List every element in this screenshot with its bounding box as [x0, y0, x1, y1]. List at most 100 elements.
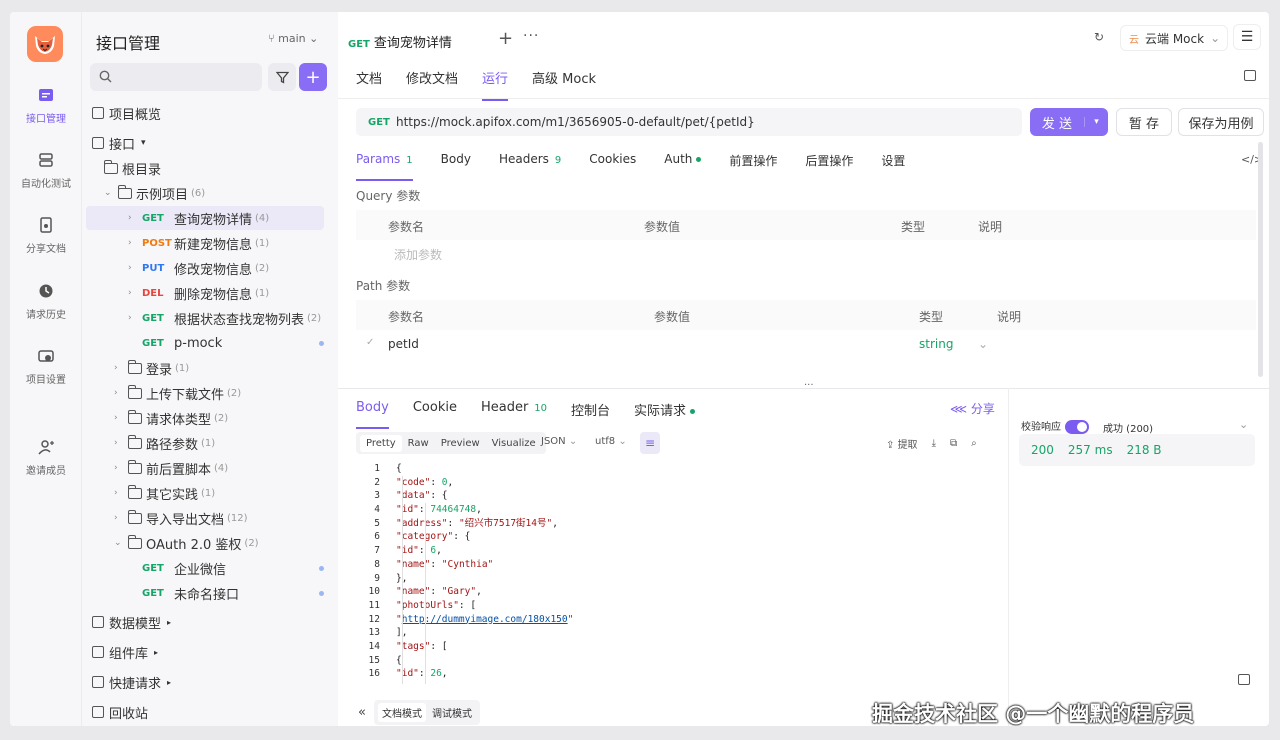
language-select[interactable]: JSON ⌄: [541, 436, 577, 447]
response-time: 257 ms: [1067, 443, 1113, 457]
tree-endpoint[interactable]: › GET 根据状态查找宠物列表 (2): [128, 306, 321, 330]
tab-run[interactable]: 运行: [482, 68, 509, 101]
method-badge: GET: [348, 39, 370, 50]
extract-button[interactable]: ⇪ 提取: [886, 436, 918, 451]
refresh-button[interactable]: ↻: [1088, 26, 1110, 48]
tab-pre-ops[interactable]: 前置操作: [729, 152, 777, 181]
chevron-down-icon[interactable]: ⌄: [1239, 418, 1248, 431]
tree-endpoint[interactable]: › POST 新建宠物信息 (1): [128, 231, 269, 255]
tab-label: Header: [480, 400, 529, 415]
tree-folder[interactable]: › 前后置脚本 (4): [114, 456, 228, 480]
path-param-row[interactable]: ✓ petId string ⌄: [356, 329, 1256, 359]
scrollbar[interactable]: [1258, 142, 1263, 377]
tree-folder[interactable]: › 登录 (1): [114, 356, 189, 380]
sidebar-item-models[interactable]: 数据模型 ▸: [92, 610, 171, 634]
tree-count: (1): [201, 437, 216, 449]
more-tabs-button[interactable]: ···: [523, 28, 539, 44]
tree-folder-oauth[interactable]: ⌄ OAuth 2.0 鉴权 (2): [114, 531, 259, 555]
rail-item-autotest[interactable]: 自动化测试: [10, 149, 82, 190]
sidebar-item-components[interactable]: 组件库 ▸: [92, 640, 158, 664]
validate-toggle[interactable]: [1065, 420, 1089, 434]
rail-item-invite[interactable]: 邀请成员: [10, 436, 82, 477]
encoding-select[interactable]: utf8 ⌄: [595, 436, 627, 447]
menu-button[interactable]: ☰: [1233, 24, 1261, 50]
tree-folder-example[interactable]: ⌄ 示例项目 (6): [104, 181, 205, 205]
add-param-row[interactable]: 添加参数: [356, 238, 1256, 268]
tree-endpoint[interactable]: › DEL 删除宠物信息 (1): [128, 281, 269, 305]
rail-item-share[interactable]: 分享文档: [10, 214, 82, 255]
mode-doc[interactable]: 文档模式: [377, 702, 426, 722]
chevron-down-icon[interactable]: ▾: [1084, 117, 1108, 127]
tree-endpoint[interactable]: GET p-mock: [142, 331, 222, 355]
tree-endpoint[interactable]: › PUT 修改宠物信息 (2): [128, 256, 269, 280]
rail-item-history[interactable]: 请求历史: [10, 280, 82, 321]
tab-current-endpoint[interactable]: GET 查询宠物详情: [348, 32, 452, 51]
tab-body[interactable]: Body: [441, 152, 471, 181]
tree-folder[interactable]: › 上传下载文件 (2): [114, 381, 241, 405]
tab-actual-request[interactable]: 实际请求: [634, 400, 696, 429]
tab-cookies[interactable]: Cookies: [589, 152, 636, 181]
sidebar-item-trash[interactable]: 回收站: [92, 700, 148, 724]
send-button[interactable]: 发 送 ▾: [1030, 108, 1108, 136]
search-icon[interactable]: ⌕: [971, 438, 977, 449]
tab-resp-cookie[interactable]: Cookie: [413, 400, 457, 429]
tab-resp-header[interactable]: Header 10: [481, 400, 547, 429]
sidebar-item-quick[interactable]: 快捷请求 ▸: [92, 670, 171, 694]
format-preview[interactable]: Preview: [435, 438, 486, 449]
branch-selector[interactable]: ⑂ main ⌄: [268, 32, 318, 45]
tree-root[interactable]: 根目录: [103, 156, 161, 180]
param-type[interactable]: string: [919, 337, 953, 351]
tree-endpoint[interactable]: › GET 查询宠物详情 (4): [128, 206, 269, 230]
tab-params[interactable]: Params 1: [356, 152, 413, 181]
format-visualize[interactable]: Visualize: [486, 438, 542, 449]
tab-auth[interactable]: Auth: [664, 152, 702, 181]
search-input[interactable]: [90, 63, 262, 91]
format-raw[interactable]: Raw: [402, 438, 435, 449]
tree-folder[interactable]: › 其它实践 (1): [114, 481, 215, 505]
add-button[interactable]: +: [299, 63, 327, 91]
collapse-icon[interactable]: «: [358, 705, 366, 720]
rail-item-settings[interactable]: 项目设置: [10, 345, 82, 386]
mode-debug[interactable]: 调试模式: [428, 703, 476, 722]
folder-icon: [127, 409, 142, 424]
sidebar-item-api[interactable]: 接口 ▾: [92, 131, 146, 155]
save-temp-button[interactable]: 暂 存: [1116, 108, 1172, 136]
response-body-code[interactable]: 1{ 2 "code": 0, 3 "data": { 4 "id": 7446…: [356, 462, 1002, 684]
more-icon: ···: [523, 28, 540, 44]
save-as-case-button[interactable]: 保存为用例: [1178, 108, 1264, 136]
tab-doc[interactable]: 文档: [356, 68, 382, 101]
chevron-right-icon: ›: [114, 438, 118, 448]
tab-advanced-mock[interactable]: 高级 Mock: [532, 68, 596, 101]
tree-endpoint[interactable]: GET 企业微信: [142, 556, 226, 580]
tab-settings[interactable]: 设置: [881, 152, 905, 181]
layout-toggle-icon[interactable]: [1244, 70, 1256, 81]
format-pretty[interactable]: Pretty: [360, 434, 402, 452]
filter-button[interactable]: [268, 63, 296, 91]
download-icon[interactable]: ⤓: [932, 438, 936, 449]
sidebar-item-overview[interactable]: 项目概览: [92, 101, 161, 125]
tab-console[interactable]: 控制台: [571, 400, 610, 429]
new-tab-button[interactable]: +: [498, 28, 513, 49]
path-params-title: Path 参数: [356, 279, 411, 293]
share-button[interactable]: ⋘ 分享: [950, 400, 995, 417]
tree-folder[interactable]: › 导入导出文档 (12): [114, 506, 248, 530]
validation-panel: 校验响应 成功 (200) ⌄ 200 257 ms 218 B: [1008, 388, 1269, 726]
tree-count: (1): [255, 287, 270, 299]
url-input[interactable]: GET https://mock.apifox.com/m1/3656905-0-…: [356, 108, 1022, 136]
copy-icon[interactable]: ⧉: [950, 438, 957, 449]
param-name: petId: [388, 337, 419, 351]
cloud-mock-select[interactable]: 云云端 Mock ⌄: [1120, 25, 1228, 51]
drag-handle-icon[interactable]: ···: [804, 380, 814, 391]
rail-item-api[interactable]: 接口管理: [10, 84, 82, 125]
validate-toggle-row[interactable]: 校验响应: [1021, 418, 1089, 434]
grid-icon[interactable]: [1238, 674, 1250, 685]
tree-folder[interactable]: › 路径参数 (1): [114, 431, 215, 455]
settings-icon: [35, 345, 57, 367]
tab-headers[interactable]: Headers 9: [499, 152, 561, 181]
tab-edit-doc[interactable]: 修改文档: [406, 68, 458, 101]
tab-post-ops[interactable]: 后置操作: [805, 152, 853, 181]
wrap-button[interactable]: ≡: [640, 432, 660, 454]
tab-resp-body[interactable]: Body: [356, 400, 389, 429]
tree-endpoint[interactable]: GET 未命名接口: [142, 581, 239, 605]
tree-folder[interactable]: › 请求体类型 (2): [114, 406, 228, 430]
